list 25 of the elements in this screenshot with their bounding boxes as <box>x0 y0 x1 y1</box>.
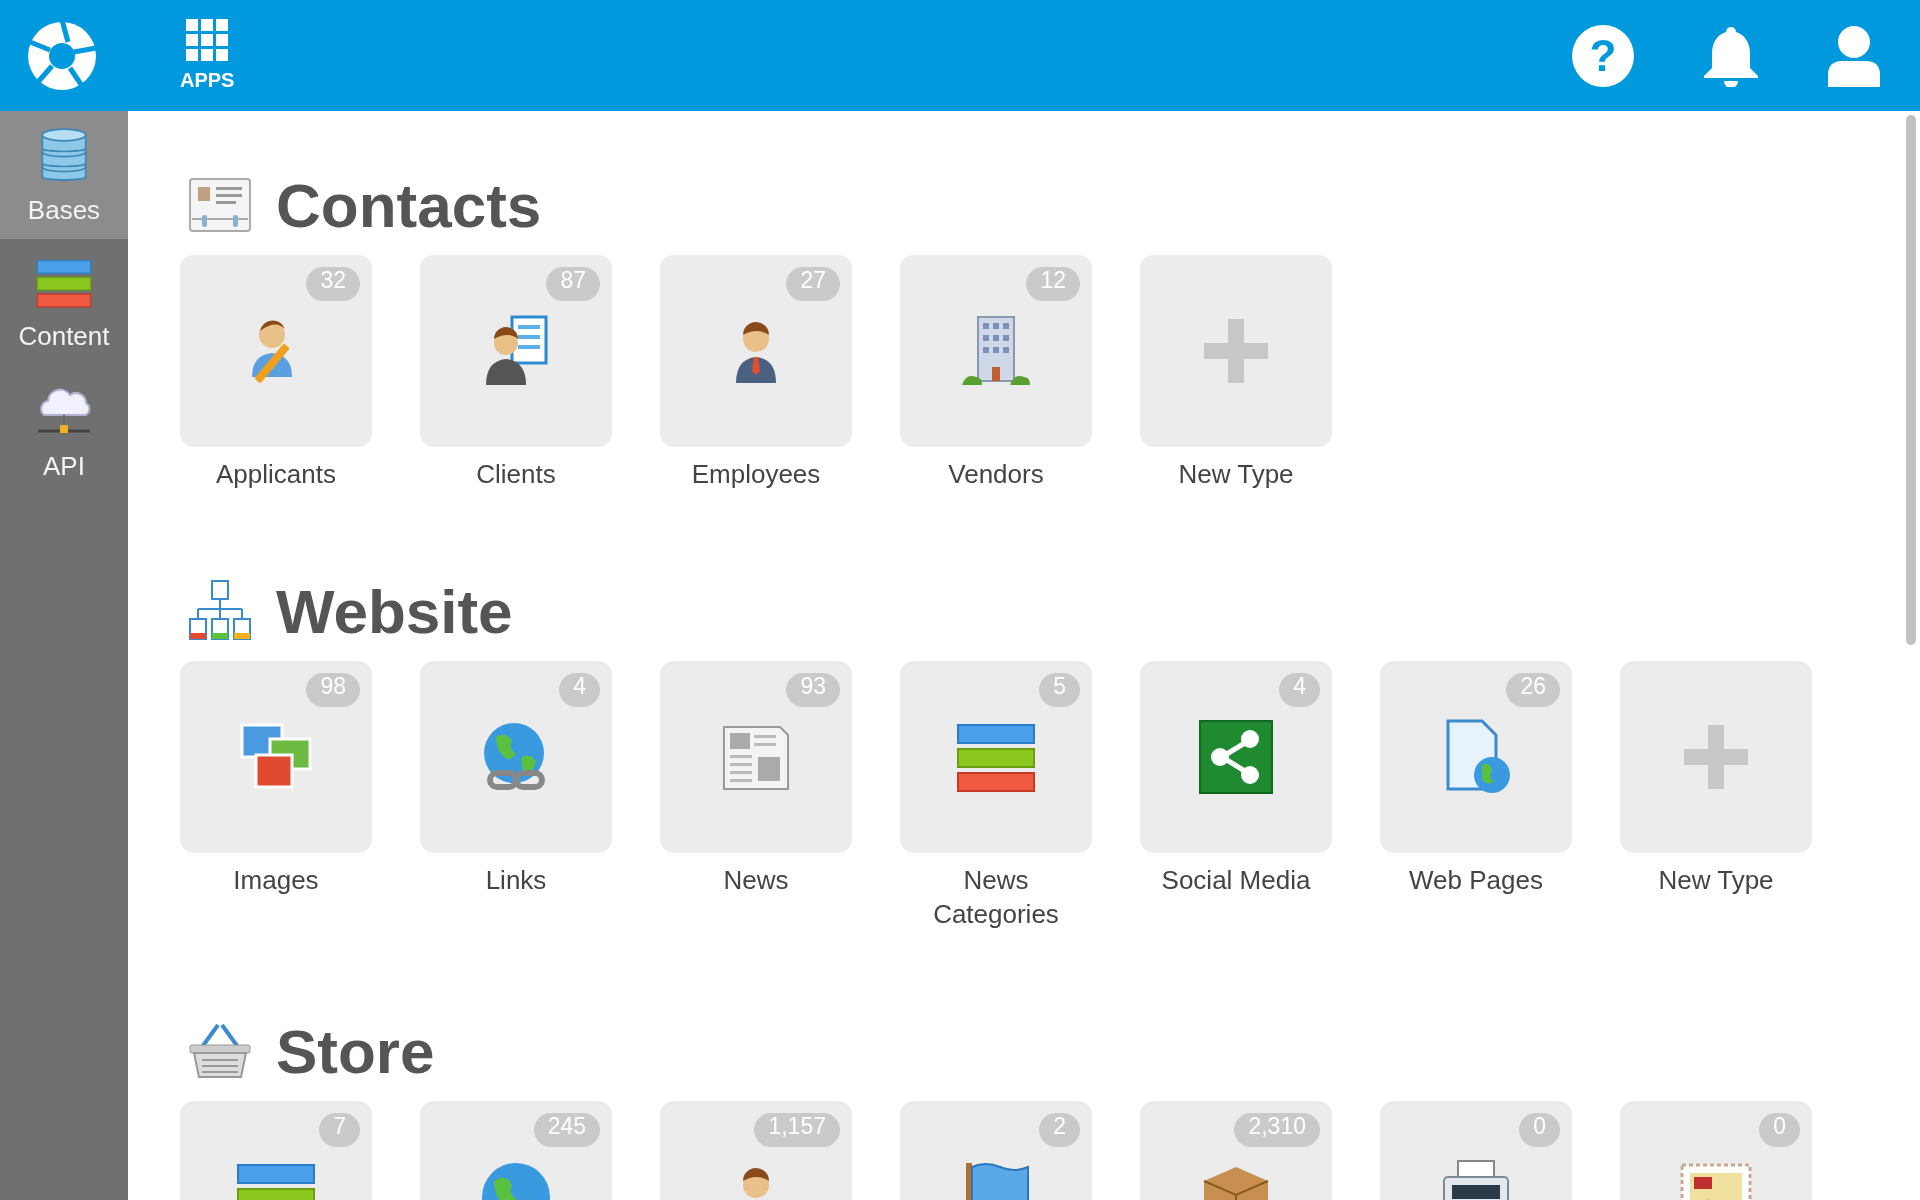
share-icon <box>1196 717 1276 797</box>
tile-label: Applicants <box>216 458 336 491</box>
section-title: Website <box>276 575 513 647</box>
tile-label: Images <box>233 864 319 897</box>
section-title: Store <box>276 1015 435 1087</box>
sidebar-item[interactable]: Content <box>0 239 128 367</box>
tile-label: Social Media <box>1161 864 1311 897</box>
tile-label: Vendors <box>948 458 1044 491</box>
tile-label: Web Pages <box>1409 864 1543 897</box>
tile-label: New Type <box>1658 864 1774 897</box>
tile-label: News Categories <box>932 864 1060 931</box>
scrollbar-thumb[interactable] <box>1906 115 1916 645</box>
sitemap-icon <box>188 579 252 643</box>
sidebar-item[interactable]: Bases <box>0 111 128 239</box>
new-type-tile[interactable] <box>1140 255 1332 447</box>
tile-label: New Type <box>1178 458 1294 491</box>
tile-label: News <box>723 864 789 897</box>
tile-label: Clients <box>476 458 556 491</box>
apps-button[interactable]: APPS <box>176 13 239 98</box>
tile-label: Links <box>485 864 547 897</box>
sidebar-item[interactable]: API <box>0 367 128 495</box>
new-type-tile[interactable] <box>1620 661 1812 853</box>
grid-icon <box>186 19 229 61</box>
tile-label: Employees <box>691 458 821 491</box>
section-title: Contacts <box>276 169 542 241</box>
